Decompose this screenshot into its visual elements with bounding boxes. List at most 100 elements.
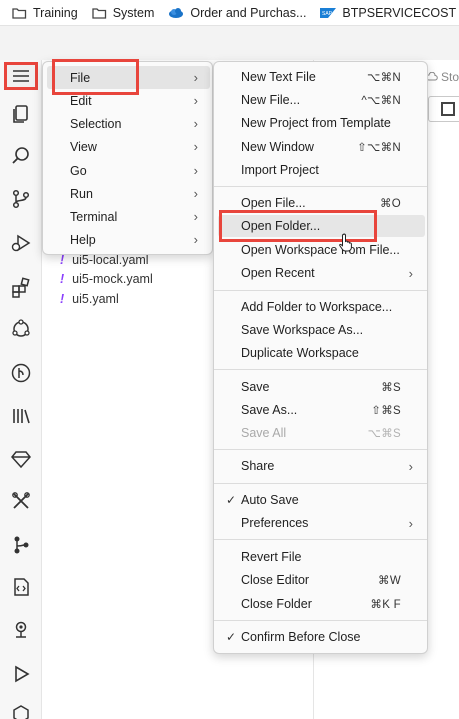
- bookmark-order-and-purchase[interactable]: Order and Purchas...: [168, 6, 306, 20]
- item-label: New File...: [241, 93, 301, 107]
- extensions-icon[interactable]: [9, 276, 33, 300]
- run-debug-icon[interactable]: [9, 231, 33, 255]
- item-label: Share: [241, 459, 275, 473]
- save-as-item[interactable]: Save As... ⇧⌘S: [218, 399, 425, 421]
- menu-item-selection[interactable]: Selection ›: [47, 112, 210, 135]
- search-icon[interactable]: [9, 144, 33, 168]
- shortcut: ⌘S: [381, 382, 401, 394]
- folder-icon: [92, 7, 106, 19]
- file-ui5-local-yaml[interactable]: ! ui5-local.yaml: [60, 253, 149, 267]
- duplicate-workspace-item[interactable]: Duplicate Workspace: [218, 342, 425, 364]
- save-all-item: Save All ⌥⌘S: [218, 422, 425, 444]
- new-text-file-item[interactable]: New Text File ⌥⌘N: [218, 66, 425, 88]
- item-label: Confirm Before Close: [241, 630, 361, 644]
- menu-item-label: Go: [70, 163, 87, 178]
- checkmark-icon: ✓: [226, 630, 237, 644]
- menu-button[interactable]: [4, 62, 38, 90]
- play-icon[interactable]: [9, 662, 33, 686]
- chevron-right-icon: ›: [193, 70, 198, 85]
- bookmark-label: BTPSERVICECOST: [342, 5, 457, 20]
- connector-icon[interactable]: [9, 533, 33, 557]
- item-label: Save: [241, 380, 270, 394]
- gem-icon[interactable]: [9, 447, 33, 471]
- cloud-foundry-icon[interactable]: [9, 317, 33, 341]
- cube-icon[interactable]: [9, 702, 33, 719]
- menu-item-go[interactable]: Go ›: [47, 159, 210, 182]
- shortcut: ⌘K F: [370, 599, 401, 611]
- separator: [214, 620, 427, 621]
- item-label: Revert File: [241, 550, 302, 564]
- chevron-right-icon: ›: [193, 139, 198, 154]
- new-project-from-template-item[interactable]: New Project from Template: [218, 112, 425, 134]
- separator: [214, 483, 427, 484]
- separator: [214, 449, 427, 450]
- pin-icon[interactable]: [9, 618, 33, 642]
- bookmark-label: Order and Purchas...: [190, 5, 307, 20]
- save-workspace-as-item[interactable]: Save Workspace As...: [218, 319, 425, 341]
- preferences-item[interactable]: Preferences ›: [218, 512, 425, 534]
- shortcut: ⇧⌘S: [371, 405, 401, 417]
- bookmark-system[interactable]: System: [92, 6, 154, 20]
- separator: [214, 290, 427, 291]
- menu-item-view[interactable]: View ›: [47, 135, 210, 158]
- explorer-icon[interactable]: [9, 102, 33, 126]
- sap-icon: SAP: [320, 7, 337, 18]
- new-window-item[interactable]: New Window ⇧⌥⌘N: [218, 136, 425, 158]
- checkmark-icon: ✓: [226, 493, 237, 507]
- source-control-icon[interactable]: [9, 187, 33, 211]
- editor-tab[interactable]: Sto: [426, 70, 459, 84]
- menu-item-label: Terminal: [70, 209, 118, 224]
- shortcut: ⌥⌘S: [367, 428, 401, 440]
- save-item[interactable]: Save ⌘S: [218, 376, 425, 398]
- bookmark-label: Training: [33, 5, 78, 20]
- menu-item-run[interactable]: Run ›: [47, 182, 210, 205]
- new-file-item[interactable]: New File... ^⌥⌘N: [218, 89, 425, 111]
- tools-icon[interactable]: [9, 489, 33, 513]
- menu-item-help[interactable]: Help ›: [47, 228, 210, 251]
- shortcut: ⇧⌥⌘N: [357, 142, 401, 154]
- item-label: Close Folder: [241, 597, 312, 611]
- svg-text:SAP: SAP: [322, 11, 333, 17]
- yaml-icon: !: [60, 253, 65, 267]
- hamburger-icon: [13, 70, 29, 82]
- revert-file-item[interactable]: Revert File: [218, 546, 425, 568]
- yaml-icon: !: [60, 272, 65, 286]
- share-item[interactable]: Share ›: [218, 455, 425, 477]
- bookmarks-bar: Training System Order and Purchas... SAP…: [0, 0, 459, 26]
- add-folder-to-workspace-item[interactable]: Add Folder to Workspace...: [218, 296, 425, 318]
- chevron-right-icon: ›: [193, 116, 198, 131]
- file-highlight-annotation: [52, 59, 139, 95]
- code-file-icon[interactable]: [9, 575, 33, 599]
- chevron-right-icon: ›: [408, 458, 413, 474]
- shortcut: ^⌥⌘N: [361, 95, 401, 107]
- bookmark-btpservicecost[interactable]: SAP BTPSERVICECOST: [320, 6, 456, 20]
- chevron-right-icon: ›: [193, 232, 198, 247]
- item-label: Duplicate Workspace: [241, 346, 359, 360]
- menu-item-terminal[interactable]: Terminal ›: [47, 205, 210, 228]
- item-label: Open Workspace from File...: [241, 243, 400, 257]
- shortcut: ⌘W: [378, 575, 401, 587]
- git-graph-icon[interactable]: [9, 361, 33, 385]
- chevron-right-icon: ›: [193, 209, 198, 224]
- item-label: Save All: [241, 426, 287, 440]
- close-editor-item[interactable]: Close Editor ⌘W: [218, 569, 425, 591]
- file-ui5-yaml[interactable]: ! ui5.yaml: [60, 292, 119, 306]
- confirm-before-close-item[interactable]: ✓ Confirm Before Close: [218, 626, 425, 648]
- menu-item-label: View: [70, 139, 97, 154]
- open-recent-item[interactable]: Open Recent ›: [218, 262, 425, 284]
- item-label: New Project from Template: [241, 116, 391, 130]
- file-name: ui5-mock.yaml: [72, 272, 153, 286]
- close-folder-item[interactable]: Close Folder ⌘K F: [218, 593, 425, 615]
- split-editor-button[interactable]: [428, 96, 459, 122]
- chevron-right-icon: ›: [408, 515, 413, 531]
- bookmark-training[interactable]: Training: [12, 6, 78, 20]
- split-editor-icon: [441, 102, 455, 116]
- open-workspace-from-file-item[interactable]: Open Workspace from File...: [218, 239, 425, 261]
- editor-tab-label: Sto: [441, 70, 459, 84]
- auto-save-item[interactable]: ✓ Auto Save: [218, 489, 425, 511]
- import-project-item[interactable]: Import Project: [218, 159, 425, 181]
- library-icon[interactable]: [9, 404, 33, 428]
- separator: [214, 369, 427, 370]
- file-ui5-mock-yaml[interactable]: ! ui5-mock.yaml: [60, 272, 153, 286]
- item-label: Auto Save: [241, 493, 299, 507]
